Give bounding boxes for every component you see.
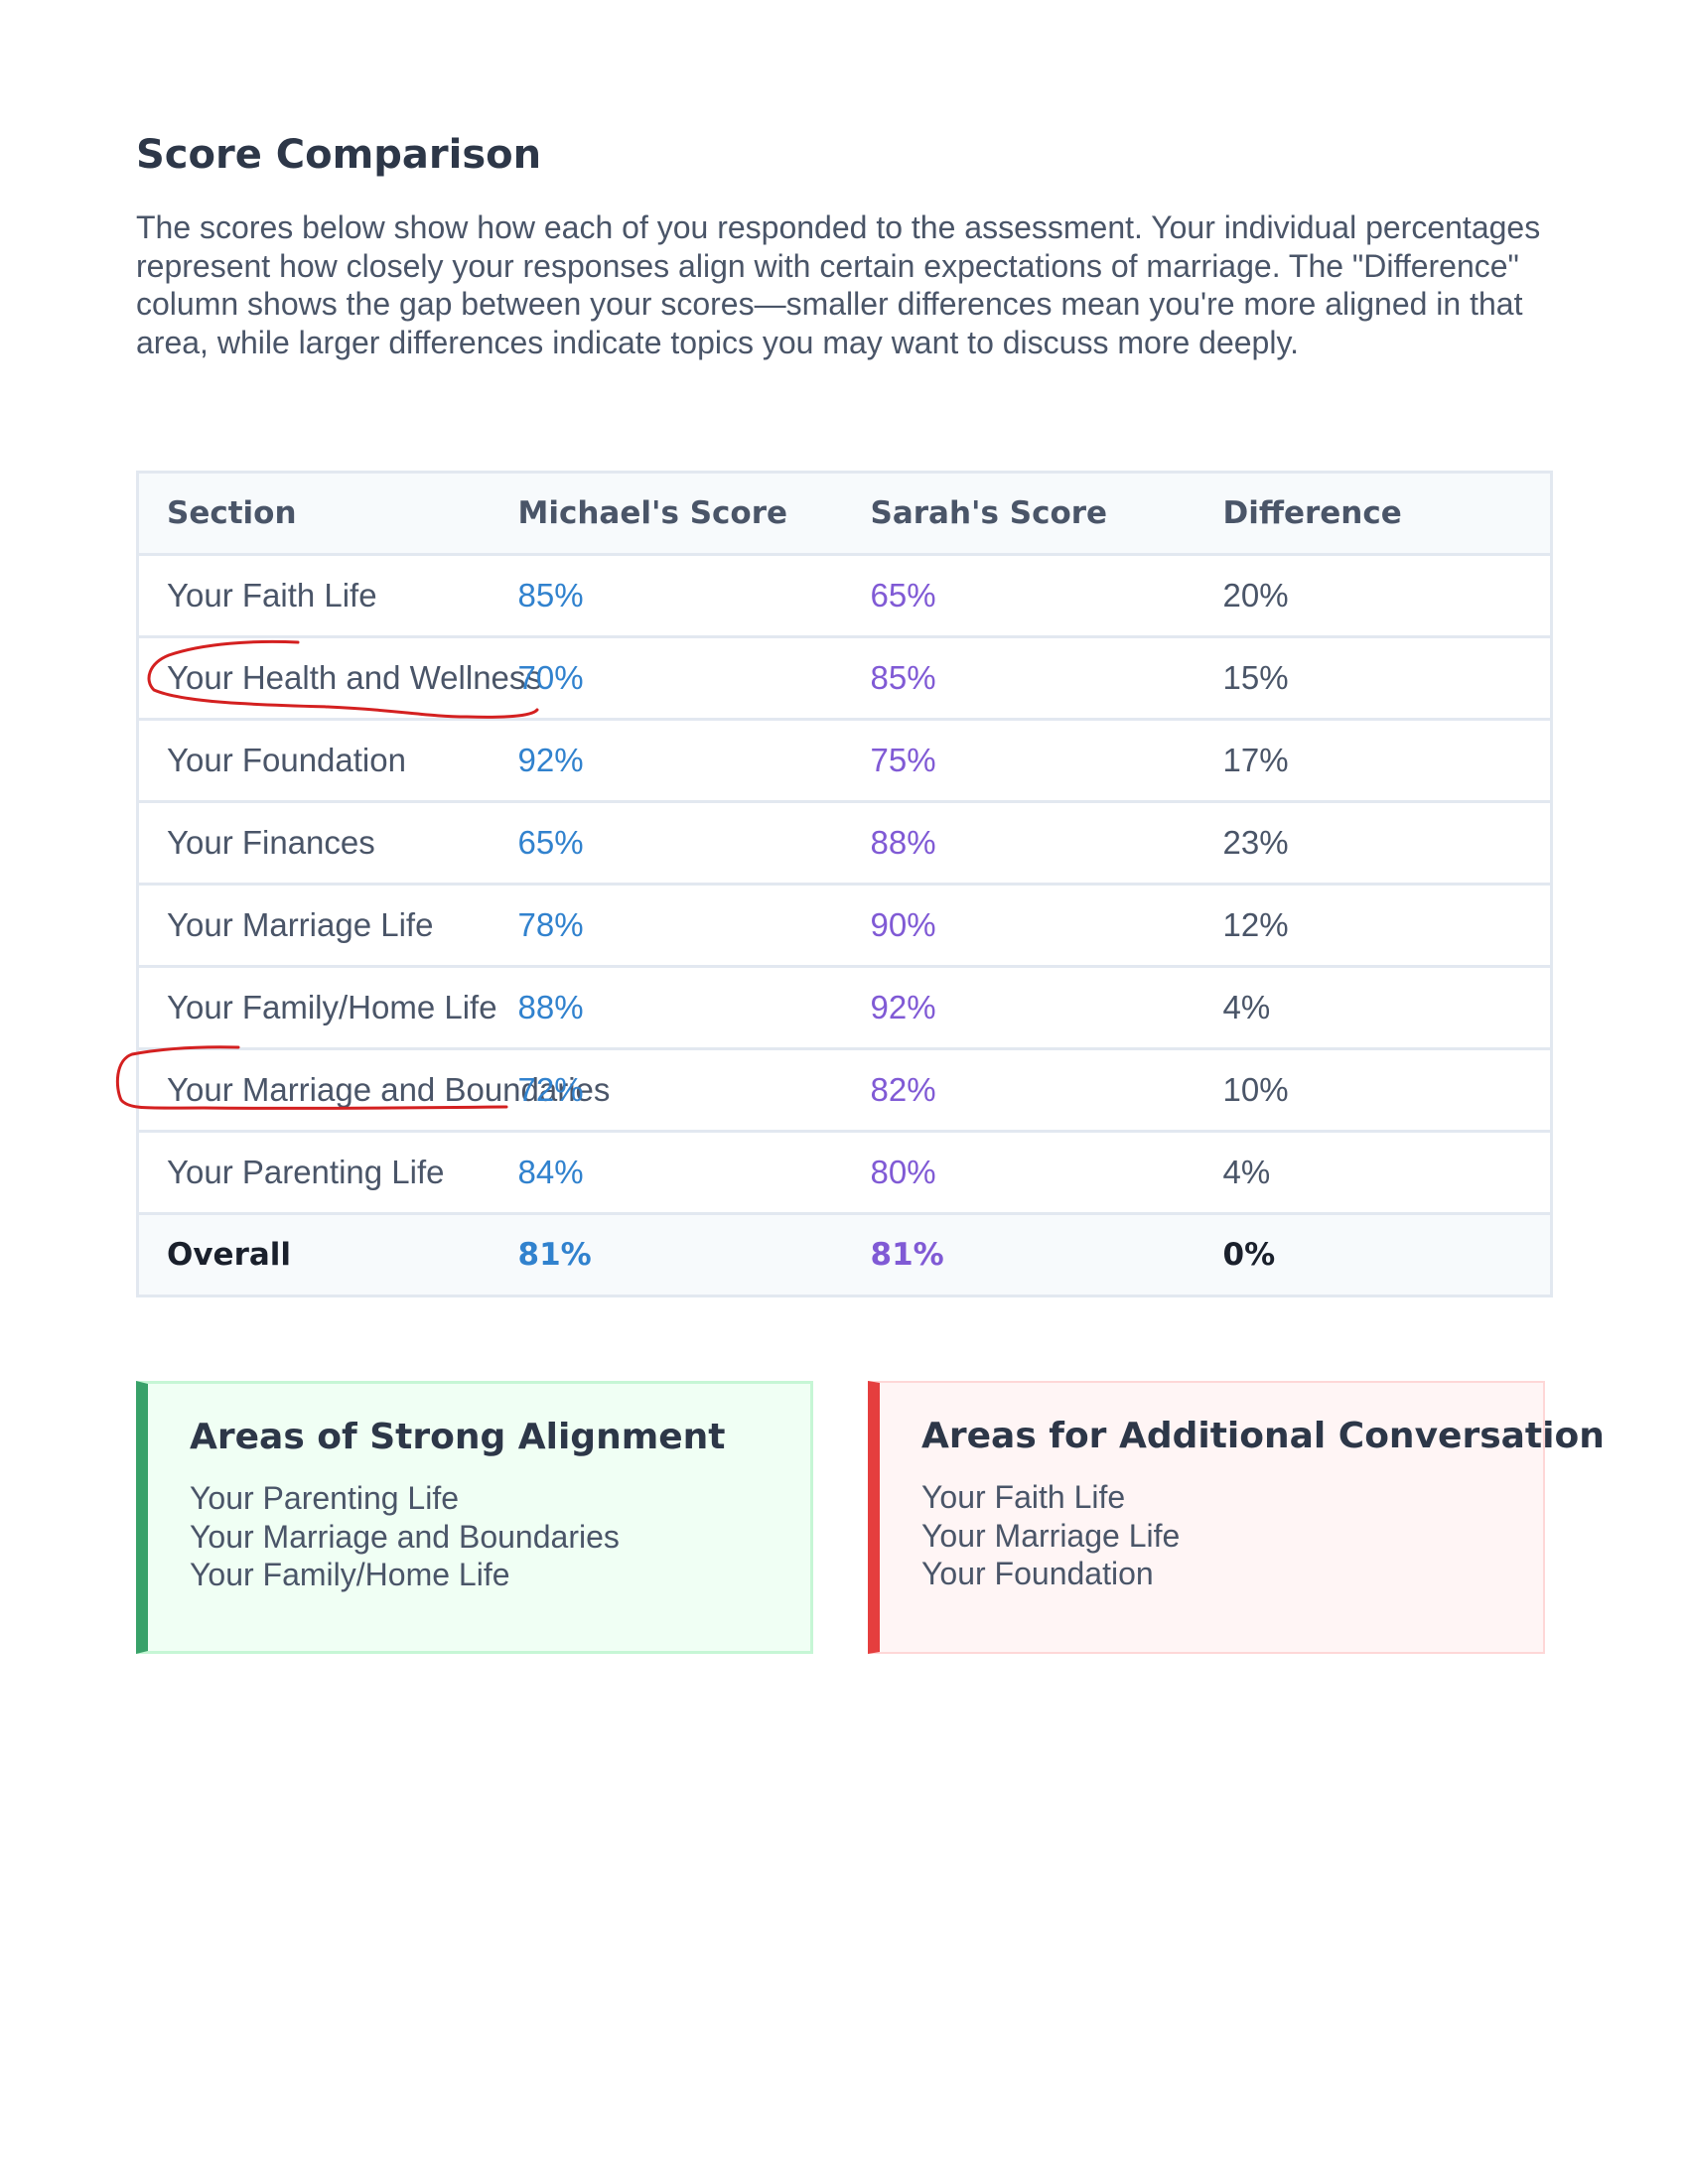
list-item: Your Marriage Life	[921, 1517, 1181, 1554]
table-row: Your Faith Life 85% 65% 20%	[137, 554, 1552, 638]
score-difference: 4%	[1195, 1131, 1552, 1215]
section-name: Your Faith Life	[137, 554, 491, 638]
score-difference: 15%	[1195, 636, 1552, 721]
additional-conversation-panel: Areas for Additional Conversation Your F…	[868, 1381, 1605, 1654]
michael-score: 92%	[490, 719, 843, 803]
sarah-score: 80%	[842, 1131, 1196, 1215]
score-comparison-table: Section Michael's Score Sarah's Score Di…	[136, 471, 1553, 1297]
michael-score: 78%	[490, 884, 843, 968]
sarah-score: 65%	[842, 554, 1196, 638]
section-name: Your Finances	[137, 801, 491, 886]
list-item: Your Faith Life	[921, 1479, 1126, 1515]
overall-label: Overall	[137, 1213, 491, 1297]
list-item: Your Foundation	[921, 1556, 1154, 1591]
table-row: Your Marriage Life 78% 90% 12%	[137, 884, 1552, 968]
strong-alignment-title: Areas of Strong Alignment	[190, 1417, 726, 1457]
sarah-score: 90%	[842, 884, 1196, 968]
sarah-score: 85%	[842, 636, 1196, 721]
overall-difference: 0%	[1195, 1213, 1552, 1297]
section-name: Your Health and Wellness	[137, 636, 542, 721]
michael-score: 84%	[490, 1131, 843, 1215]
strong-alignment-list: Your Parenting Life Your Marriage and Bo…	[190, 1479, 810, 1594]
table-row: Your Family/Home Life 88% 92% 4%	[137, 966, 1552, 1050]
additional-conversation-title: Areas for Additional Conversation	[921, 1416, 1605, 1456]
list-item: Your Marriage and Boundaries	[190, 1518, 620, 1555]
score-difference: 20%	[1195, 554, 1552, 638]
score-difference: 10%	[1195, 1048, 1552, 1133]
score-difference: 17%	[1195, 719, 1552, 803]
score-difference: 23%	[1195, 801, 1552, 886]
column-header-section: Section	[137, 472, 491, 556]
column-header-difference: Difference	[1195, 472, 1552, 556]
michael-score: 70%	[490, 636, 843, 721]
overall-sarah-score: 81%	[842, 1213, 1196, 1297]
table-row: Your Parenting Life 84% 80% 4%	[137, 1131, 1552, 1215]
intro-paragraph: The scores below show how each of you re…	[136, 209, 1541, 360]
michael-score: 72%	[490, 1048, 843, 1133]
overall-row: Overall 81% 81% 0%	[137, 1213, 1552, 1297]
table-row: Your Health and Wellness 70% 85% 15%	[137, 636, 1552, 721]
sarah-score: 82%	[842, 1048, 1196, 1133]
score-difference: 4%	[1195, 966, 1552, 1050]
page-title: Score Comparison	[136, 132, 542, 178]
table-header-row: Section Michael's Score Sarah's Score Di…	[137, 472, 1552, 556]
section-name: Your Marriage and Boundaries	[137, 1048, 610, 1133]
sarah-score: 92%	[842, 966, 1196, 1050]
column-header-michael-score: Michael's Score	[490, 472, 843, 556]
section-name: Your Marriage Life	[137, 884, 491, 968]
sarah-score: 75%	[842, 719, 1196, 803]
table-row: Your Foundation 92% 75% 17%	[137, 719, 1552, 803]
sarah-score: 88%	[842, 801, 1196, 886]
table-row: Your Finances 65% 88% 23%	[137, 801, 1552, 886]
list-item: Your Parenting Life	[190, 1480, 460, 1516]
table-row: Your Marriage and Boundaries 72% 82% 10%	[137, 1048, 1552, 1133]
michael-score: 88%	[490, 966, 843, 1050]
section-name: Your Family/Home Life	[137, 966, 497, 1050]
michael-score: 65%	[490, 801, 843, 886]
section-name: Your Parenting Life	[137, 1131, 491, 1215]
column-header-sarah-score: Sarah's Score	[842, 472, 1196, 556]
list-item: Your Family/Home Life	[190, 1557, 510, 1592]
michael-score: 85%	[490, 554, 843, 638]
section-name: Your Foundation	[137, 719, 491, 803]
strong-alignment-panel: Areas of Strong Alignment Your Parenting…	[136, 1381, 813, 1654]
additional-conversation-list: Your Faith Life Your Marriage Life Your …	[921, 1478, 1543, 1593]
score-difference: 12%	[1195, 884, 1552, 968]
overall-michael-score: 81%	[490, 1213, 843, 1297]
